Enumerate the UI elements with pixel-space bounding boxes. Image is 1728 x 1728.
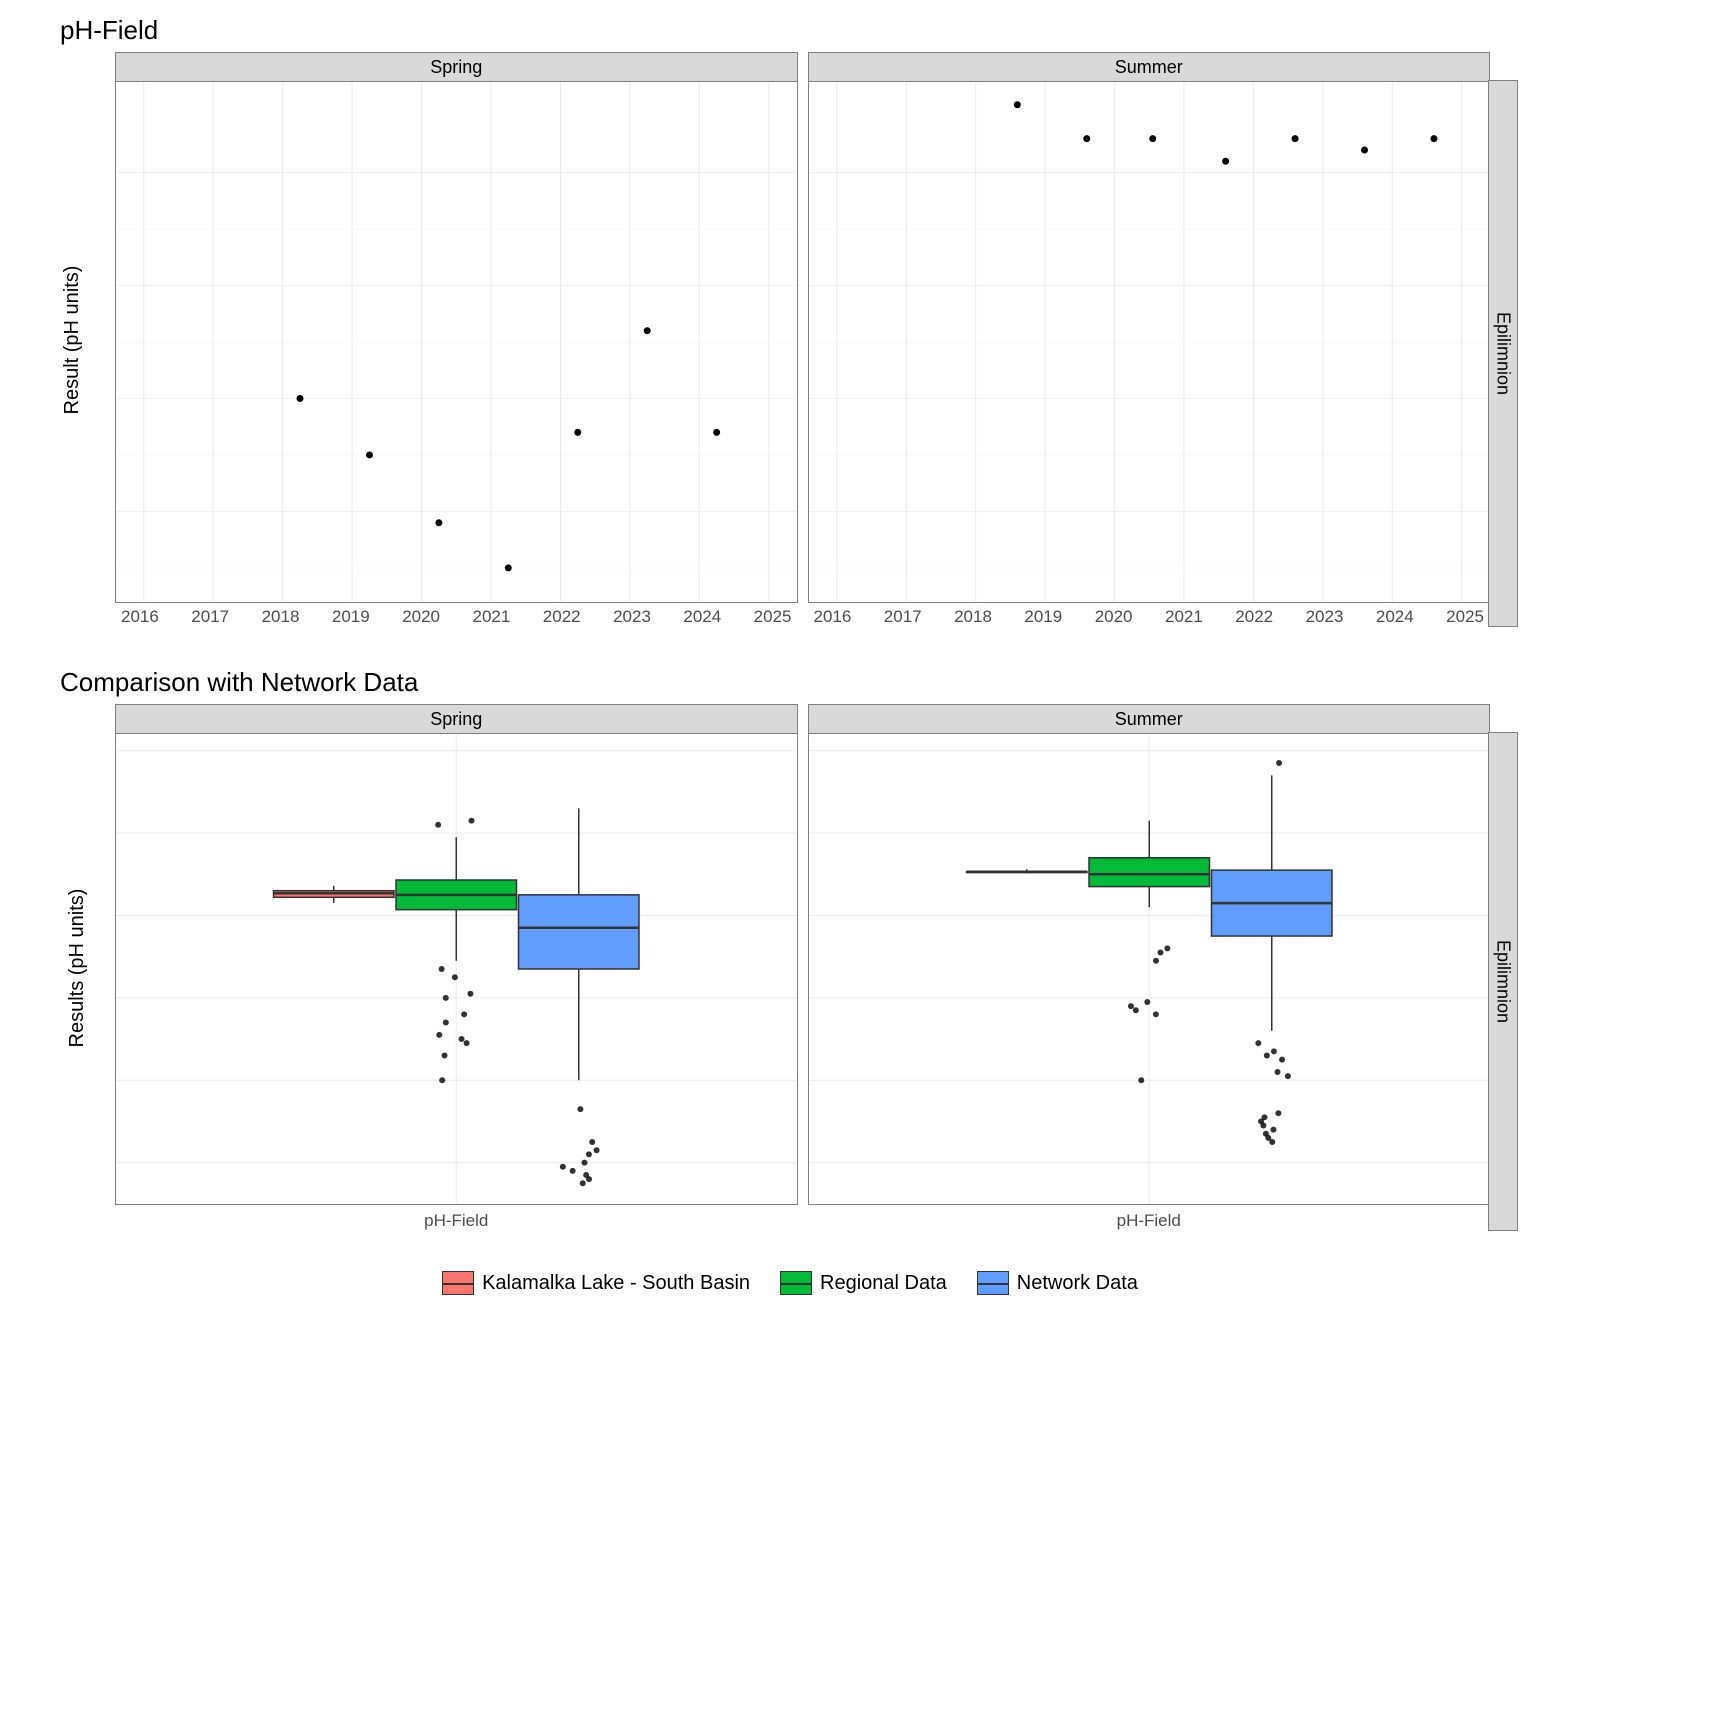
x-ticks-spring-top: 2016201720182019202020212022202320242025	[115, 603, 798, 627]
legend-label-kalamalka: Kalamalka Lake - South Basin	[482, 1272, 750, 1295]
legend-label-network: Network Data	[1017, 1272, 1138, 1295]
chart-title-bottom: Comparison with Network Data	[60, 667, 1520, 698]
boxplot-panel-spring: 5678910	[115, 734, 798, 1205]
facet-row-bottom: Spring 5678910 pH-Field Summer Epilimnio…	[115, 704, 1490, 1231]
legend-item-network: Network Data	[977, 1271, 1138, 1295]
page: pH-Field Result (pH units) Spring 8.28.3…	[60, 15, 1520, 1295]
y-axis-title-top: Result (pH units)	[61, 265, 84, 414]
legend-item-regional: Regional Data	[780, 1271, 947, 1295]
facet-row-top: Spring 8.28.38.48.5 20162017201820192020…	[115, 52, 1490, 627]
facet-strip-spring-bottom: Spring	[115, 704, 798, 734]
facet-strip-spring-top: Spring	[115, 52, 798, 82]
x-ticks-summer-top: 2016201720182019202020212022202320242025	[808, 603, 1491, 627]
scatter-panel-spring: 8.28.38.48.5	[115, 82, 798, 603]
legend: Kalamalka Lake - South Basin Regional Da…	[60, 1271, 1520, 1295]
facet-strip-summer-bottom: Summer	[808, 704, 1491, 734]
y-axis-title-bottom: Results (pH units)	[66, 888, 89, 1047]
scatter-panel-summer	[808, 82, 1491, 603]
legend-swatch-network	[977, 1271, 1009, 1295]
x-label-summer-bottom: pH-Field	[808, 1205, 1491, 1231]
legend-swatch-kalamalka	[442, 1271, 474, 1295]
legend-swatch-regional	[780, 1271, 812, 1295]
x-label-spring-bottom: pH-Field	[115, 1205, 798, 1231]
boxplot-panel-summer	[808, 734, 1491, 1205]
facet-strip-right-top: Epilimnion	[1488, 80, 1518, 627]
facet-strip-summer-top: Summer	[808, 52, 1491, 82]
facet-strip-right-bottom: Epilimnion	[1488, 732, 1518, 1231]
legend-label-regional: Regional Data	[820, 1272, 947, 1295]
legend-item-kalamalka: Kalamalka Lake - South Basin	[442, 1271, 750, 1295]
chart-title-top: pH-Field	[60, 15, 1520, 46]
